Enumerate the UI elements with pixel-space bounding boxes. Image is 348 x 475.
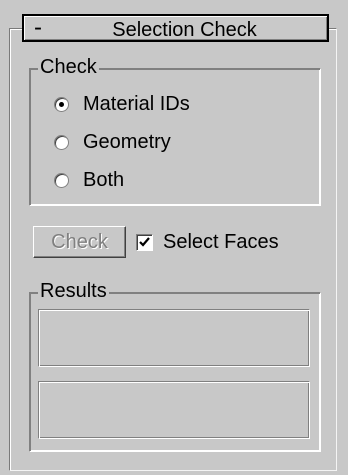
radio-button-icon[interactable] — [54, 172, 69, 188]
radio-geometry[interactable]: Geometry — [54, 129, 171, 155]
radio-label: Material IDs — [83, 92, 190, 115]
radio-button-icon[interactable] — [54, 96, 69, 112]
radio-both[interactable]: Both — [54, 167, 124, 193]
radio-label: Geometry — [83, 130, 171, 153]
results-field-1 — [38, 309, 310, 367]
results-group: Results — [29, 279, 321, 452]
checkbox-box[interactable] — [136, 233, 153, 251]
check-group: Check Material IDs Geometry Both — [29, 55, 321, 206]
checkmark-icon — [139, 236, 150, 247]
check-button[interactable]: Check — [33, 226, 126, 258]
radio-button-icon[interactable] — [54, 134, 69, 150]
rollout-header[interactable]: - Selection Check — [22, 14, 329, 42]
results-field-2 — [38, 381, 310, 439]
rollout-title: Selection Check — [112, 19, 257, 41]
radio-material-ids[interactable]: Material IDs — [54, 91, 190, 117]
select-faces-label: Select Faces — [163, 230, 279, 253]
select-faces-checkbox[interactable]: Select Faces — [136, 229, 279, 255]
check-group-legend: Check — [38, 55, 99, 79]
radio-label: Both — [83, 168, 125, 191]
selection-check-panel: - Selection Check Check Material IDs Geo… — [0, 0, 348, 475]
results-group-legend: Results — [38, 279, 109, 303]
